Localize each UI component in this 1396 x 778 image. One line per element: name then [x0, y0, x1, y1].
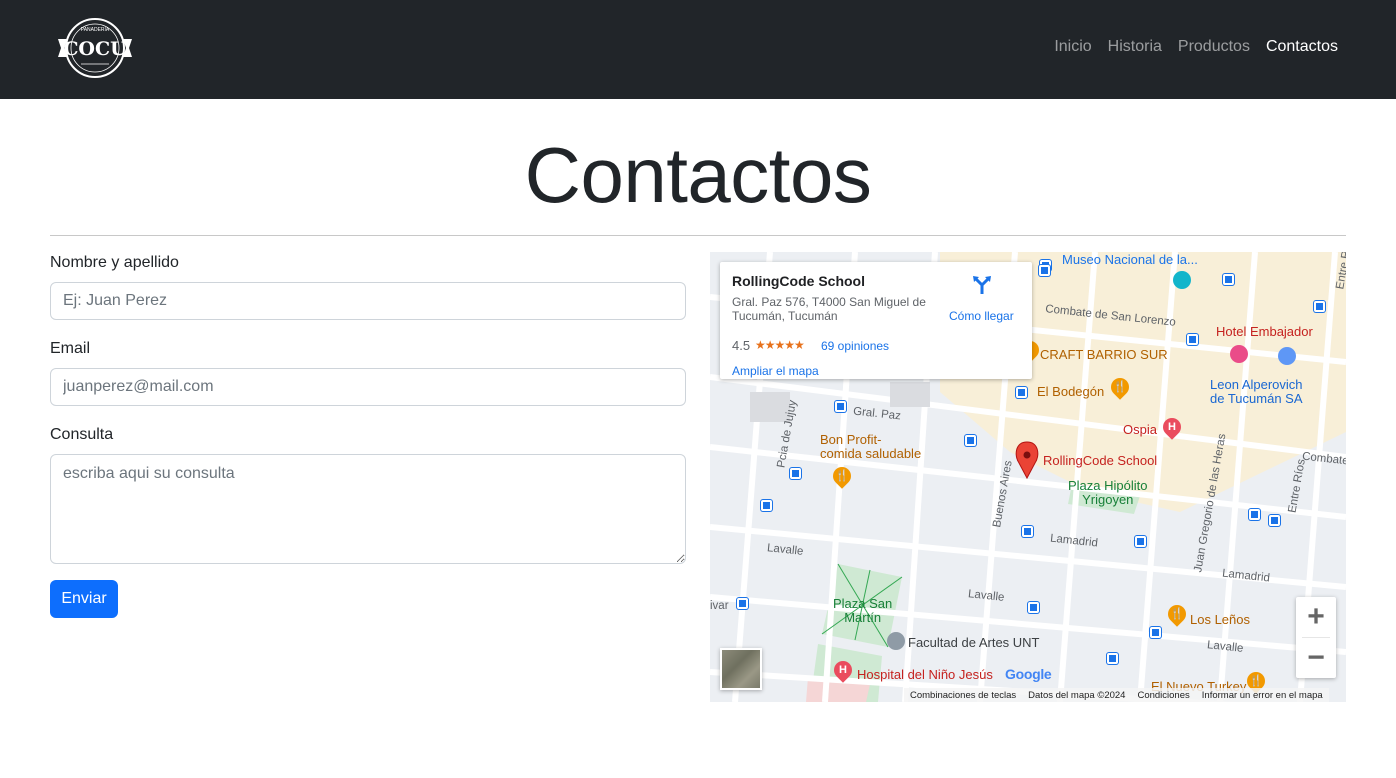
place-leon-line1: Leon Alperovich: [1210, 377, 1303, 392]
bus-stop-icon[interactable]: [1016, 387, 1027, 398]
place-museo[interactable]: Museo Nacional de la...: [1062, 253, 1198, 267]
logo-text: COCU: [63, 38, 127, 60]
place-ospia[interactable]: Ospia: [1123, 423, 1157, 437]
nav-productos[interactable]: Productos: [1178, 38, 1250, 56]
zoom-out-button[interactable]: −: [1296, 638, 1336, 678]
navbar: COCU PANADERIA Inicio Historia Productos…: [0, 0, 1396, 99]
rating-stars-icon: ★★★★★: [755, 338, 805, 352]
hospital-pin-icon[interactable]: H: [830, 657, 856, 683]
submit-button[interactable]: Enviar: [50, 580, 118, 618]
email-input[interactable]: [50, 368, 686, 406]
place-address: Gral. Paz 576, T4000 San Miguel de Tucum…: [732, 295, 926, 323]
report-error-link[interactable]: Informar un error en el mapa: [1202, 690, 1323, 701]
nav-inicio[interactable]: Inicio: [1054, 38, 1091, 56]
nav-historia[interactable]: Historia: [1108, 38, 1162, 56]
place-name: RollingCode School: [732, 273, 865, 289]
place-bon-line1: Bon Profit-: [820, 432, 882, 447]
contact-form: Nombre y apellido Email Consulta Enviar: [50, 254, 686, 618]
nav-contactos[interactable]: Contactos: [1266, 38, 1338, 56]
place-rollingcode[interactable]: RollingCode School: [1043, 454, 1157, 468]
place-leon[interactable]: Leon Alperovich de Tucumán SA: [1210, 378, 1303, 406]
bus-stop-icon[interactable]: [1135, 536, 1146, 547]
directions-icon[interactable]: [972, 275, 992, 295]
bus-stop-icon[interactable]: [1039, 265, 1050, 276]
directions-link[interactable]: Cómo llegar: [949, 309, 1014, 323]
bus-stop-icon[interactable]: [1107, 653, 1118, 664]
place-bon-line2: comida saludable: [820, 446, 922, 461]
bus-stop-icon[interactable]: [965, 435, 976, 446]
street-rivadavia: ivar: [710, 600, 729, 612]
terms-link[interactable]: Condiciones: [1137, 690, 1189, 701]
email-label: Email: [50, 340, 91, 357]
bus-stop-icon[interactable]: [1223, 274, 1234, 285]
bus-stop-icon[interactable]: [790, 468, 801, 479]
bus-stop-icon[interactable]: [761, 500, 772, 511]
bus-stop-icon[interactable]: [1150, 627, 1161, 638]
place-hospital[interactable]: Hospital del Niño Jesús: [857, 668, 993, 682]
place-info-card: RollingCode School Gral. Paz 576, T4000 …: [720, 262, 1032, 379]
cocu-logo[interactable]: COCU PANADERIA: [55, 17, 135, 79]
place-leon-line2: de Tucumán SA: [1210, 391, 1303, 406]
map-footer: Combinaciones de teclas Datos del mapa ©…: [904, 688, 1329, 702]
zoom-in-button[interactable]: +: [1296, 597, 1336, 637]
place-bon-profit[interactable]: Bon Profit- comida saludable: [820, 433, 921, 461]
page-title: Contactos: [524, 131, 872, 219]
bus-stop-icon[interactable]: [1028, 602, 1039, 613]
place-plaza-sm-line2: Martín: [844, 610, 882, 625]
google-logo: Google: [1005, 666, 1052, 682]
bus-stop-icon[interactable]: [1249, 509, 1260, 520]
hospital-pin-icon[interactable]: H: [1159, 414, 1185, 440]
place-plaza-hy-line1: Plaza Hipólito: [1068, 478, 1148, 493]
place-facultad[interactable]: Facultad de Artes UNT: [908, 636, 1040, 650]
satellite-toggle-button[interactable]: [720, 648, 762, 690]
bus-stop-icon[interactable]: [737, 598, 748, 609]
enlarge-map-link[interactable]: Ampliar el mapa: [732, 364, 819, 378]
place-rating: 4.5: [732, 338, 751, 353]
google-logo-text: Google: [1005, 666, 1052, 682]
place-plaza-hy[interactable]: Plaza Hipólito Yrigoyen: [1068, 479, 1148, 507]
title-divider: [50, 235, 1346, 236]
place-craft[interactable]: CRAFT BARRIO SUR: [1040, 348, 1168, 362]
nav-links: Inicio Historia Productos Contactos: [1054, 38, 1338, 56]
bus-stop-icon[interactable]: [1187, 334, 1198, 345]
name-input[interactable]: [50, 282, 686, 320]
google-map[interactable]: 🍴 🍴 🍴 🍴 H H Museo Nacional de la... Hote…: [710, 252, 1346, 702]
place-lenos[interactable]: Los Leños: [1190, 613, 1250, 627]
place-hotel[interactable]: Hotel Embajador: [1216, 325, 1313, 339]
restaurant-pin-icon[interactable]: 🍴: [1107, 374, 1133, 400]
place-plaza-sm[interactable]: Plaza San Martín: [833, 597, 892, 625]
bus-stop-icon[interactable]: [835, 401, 846, 412]
keyboard-shortcuts-link[interactable]: Combinaciones de teclas: [910, 690, 1016, 701]
logo-ring-text: PANADERIA: [81, 27, 110, 33]
restaurant-pin-icon[interactable]: 🍴: [829, 463, 855, 489]
place-plaza-hy-line2: Yrigoyen: [1082, 492, 1134, 507]
bus-stop-icon[interactable]: [1022, 526, 1033, 537]
name-label: Nombre y apellido: [50, 254, 179, 271]
restaurant-pin-icon[interactable]: 🍴: [1164, 601, 1190, 627]
bus-stop-icon[interactable]: [1314, 301, 1325, 312]
query-textarea[interactable]: [50, 454, 686, 564]
zoom-controls: + −: [1296, 597, 1336, 678]
bus-stop-icon[interactable]: [1269, 515, 1280, 526]
place-plaza-sm-line1: Plaza San: [833, 596, 893, 611]
map-data-text: Datos del mapa ©2024: [1028, 689, 1126, 701]
query-label: Consulta: [50, 426, 114, 443]
reviews-link[interactable]: 69 opiniones: [821, 339, 889, 353]
place-bodegon[interactable]: El Bodegón: [1037, 385, 1104, 399]
